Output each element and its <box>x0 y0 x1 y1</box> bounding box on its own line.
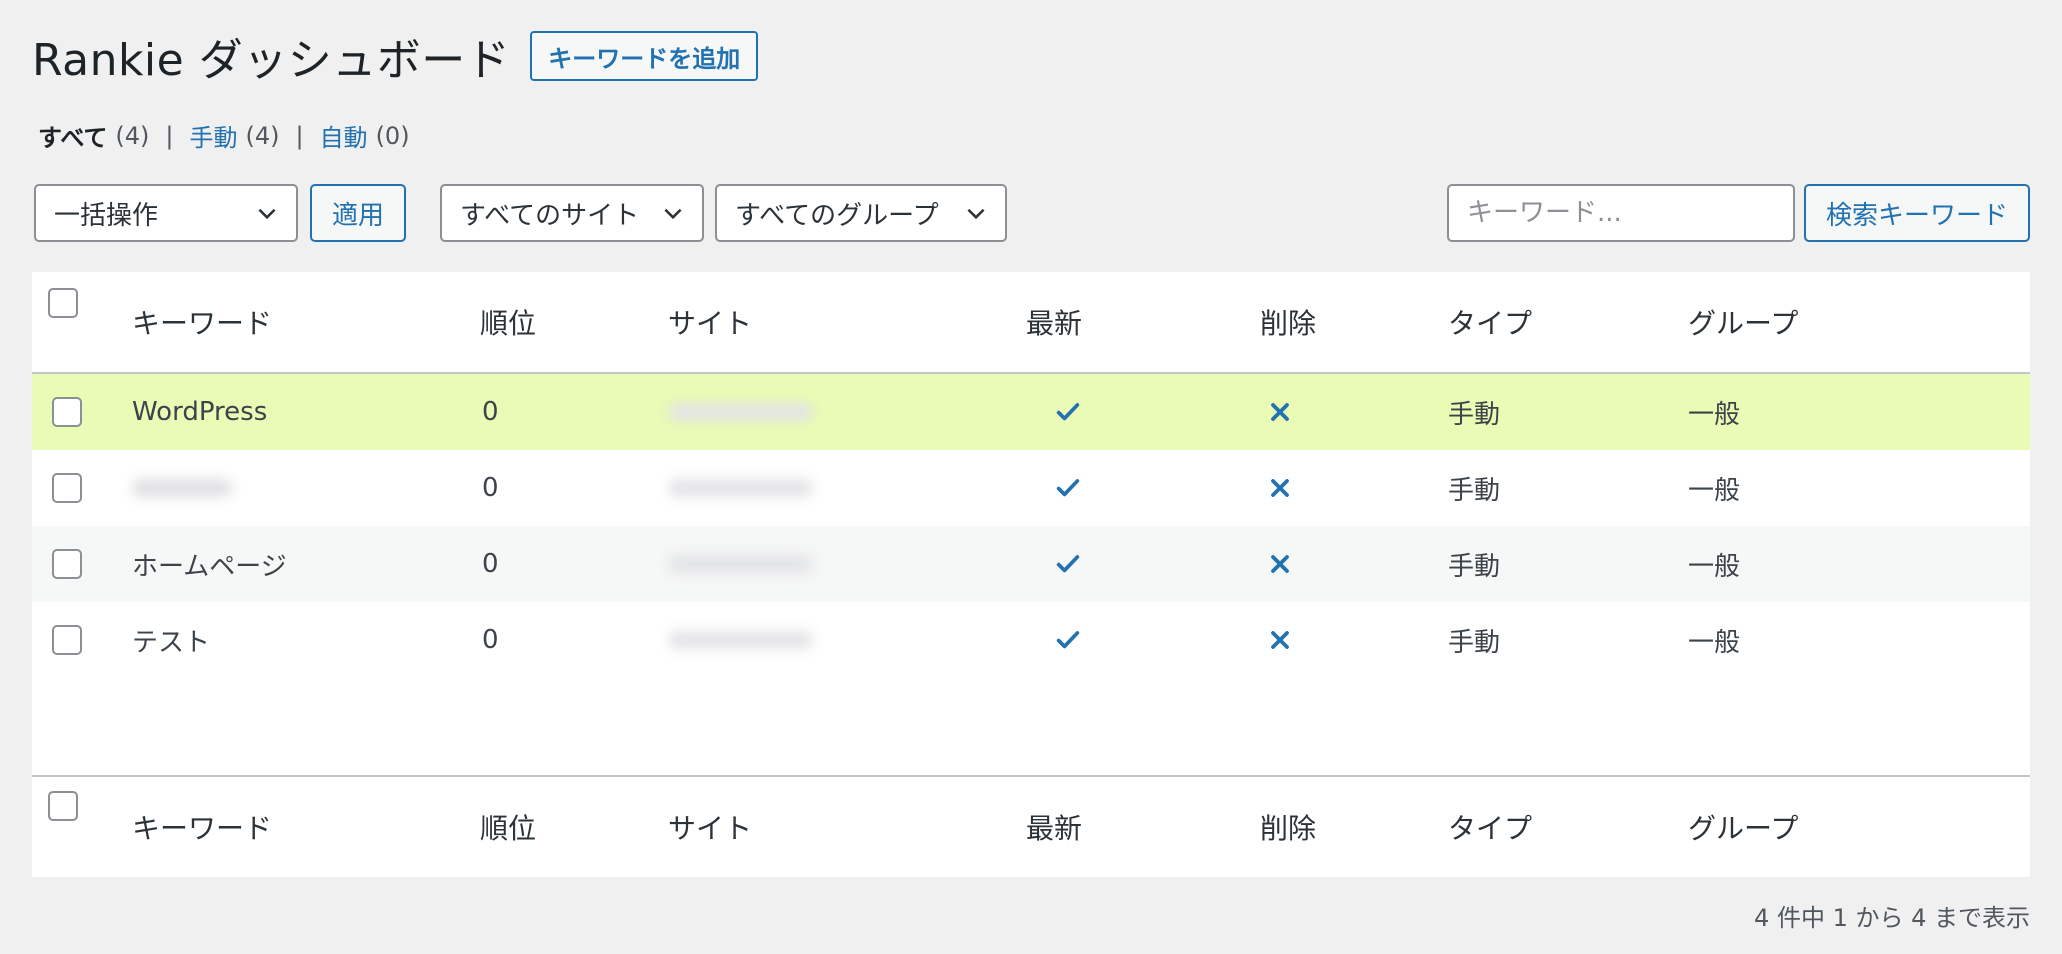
keyword-cell[interactable]: ホームページ <box>132 526 287 602</box>
rank-cell: 0 <box>482 625 499 655</box>
keyword-cell[interactable]: WordPress <box>132 374 267 450</box>
column-type[interactable]: タイプ <box>1448 272 1532 372</box>
column-type[interactable]: タイプ <box>1448 777 1532 877</box>
column-keyword[interactable]: キーワード <box>132 777 272 877</box>
type-cell: 手動 <box>1448 475 1501 506</box>
site-cell <box>668 450 813 526</box>
close-icon[interactable] <box>1266 550 1294 578</box>
group-cell: 一般 <box>1688 551 1741 582</box>
column-latest: 最新 <box>1026 812 1083 845</box>
column-delete: 削除 <box>1260 812 1317 845</box>
type-cell: 手動 <box>1448 399 1501 430</box>
type-cell: 手動 <box>1448 551 1501 582</box>
title-row: Rankie ダッシュボード キーワードを追加 <box>32 26 759 86</box>
view-separator: | <box>295 121 304 150</box>
select-all-checkbox-footer[interactable] <box>48 791 78 821</box>
delete-cell[interactable] <box>1266 526 1294 602</box>
column-keyword[interactable]: キーワード <box>132 272 272 372</box>
rank-cell: 0 <box>482 473 499 503</box>
row-checkbox[interactable] <box>52 625 82 655</box>
apply-button[interactable]: 適用 <box>310 184 406 242</box>
view-all-label[interactable]: すべて <box>38 118 107 153</box>
checkmark-icon[interactable] <box>1054 550 1082 578</box>
keyword-value-redacted <box>132 479 232 497</box>
column-group[interactable]: グループ <box>1688 777 1798 877</box>
view-filter-links: すべて (4) | 手動 (4) | 自動 (0) <box>38 118 410 153</box>
keyword-cell[interactable]: テスト <box>132 602 210 678</box>
group-filter-select[interactable]: すべてのグループ <box>715 184 1007 242</box>
type-cell: 手動 <box>1448 627 1501 658</box>
close-icon[interactable] <box>1266 398 1294 426</box>
table-footer: キーワード 順位 サイト 最新 削除 タイプ グループ <box>32 777 2030 877</box>
search-keyword-button[interactable]: 検索キーワード <box>1804 184 2030 242</box>
view-manual-count: (4) <box>245 121 280 150</box>
column-delete: 削除 <box>1260 307 1317 340</box>
group-cell: 一般 <box>1688 475 1741 506</box>
view-auto-link[interactable]: 自動 <box>320 118 368 153</box>
table-row: WordPress 0 手動 一般 <box>32 374 2030 450</box>
close-icon[interactable] <box>1266 474 1294 502</box>
chevron-down-icon <box>967 208 985 220</box>
group-cell: 一般 <box>1688 399 1741 430</box>
site-value-redacted <box>668 479 813 497</box>
site-cell <box>668 526 813 602</box>
rank-cell: 0 <box>482 549 499 579</box>
column-latest: 最新 <box>1026 307 1083 340</box>
latest-cell[interactable] <box>1054 526 1082 602</box>
site-filter-value: すべてのサイト <box>460 200 640 231</box>
latest-cell[interactable] <box>1054 602 1082 678</box>
site-cell <box>668 602 813 678</box>
site-value-redacted <box>668 403 813 421</box>
latest-cell[interactable] <box>1054 374 1082 450</box>
site-value-redacted <box>668 555 813 573</box>
table-row: テスト 0 手動 一般 <box>32 602 2030 678</box>
row-checkbox[interactable] <box>52 397 82 427</box>
page-title: Rankie ダッシュボード <box>32 35 511 86</box>
keyword-cell[interactable] <box>132 450 232 526</box>
checkmark-icon[interactable] <box>1054 474 1082 502</box>
site-value-redacted <box>668 631 813 649</box>
select-all-checkbox[interactable] <box>48 288 78 318</box>
delete-cell[interactable] <box>1266 602 1294 678</box>
view-all-count: (4) <box>115 121 150 150</box>
add-keyword-button[interactable]: キーワードを追加 <box>530 31 759 81</box>
column-site[interactable]: サイト <box>668 777 752 877</box>
delete-cell[interactable] <box>1266 450 1294 526</box>
pagination-count: 4 件中 1 から 4 まで表示 <box>1754 904 2030 932</box>
view-auto-count: (0) <box>375 121 410 150</box>
column-rank[interactable]: 順位 <box>480 272 536 372</box>
row-checkbox[interactable] <box>52 549 82 579</box>
close-icon[interactable] <box>1266 626 1294 654</box>
keyword-search-input[interactable] <box>1447 184 1795 242</box>
chevron-down-icon <box>664 208 682 220</box>
column-group[interactable]: グループ <box>1688 272 1798 372</box>
rank-cell: 0 <box>482 397 499 427</box>
row-checkbox[interactable] <box>52 473 82 503</box>
view-separator: | <box>165 121 174 150</box>
chevron-down-icon <box>258 208 276 220</box>
keywords-table: キーワード 順位 サイト 最新 削除 タイプ グループ WordPress 0 … <box>32 272 2030 877</box>
latest-cell[interactable] <box>1054 450 1082 526</box>
checkmark-icon[interactable] <box>1054 398 1082 426</box>
site-filter-select[interactable]: すべてのサイト <box>440 184 704 242</box>
column-rank[interactable]: 順位 <box>480 777 536 877</box>
group-cell: 一般 <box>1688 627 1741 658</box>
table-row: 0 手動 一般 <box>32 450 2030 526</box>
delete-cell[interactable] <box>1266 374 1294 450</box>
group-filter-value: すべてのグループ <box>735 200 939 231</box>
bulk-action-select[interactable]: 一括操作 <box>34 184 298 242</box>
table-header: キーワード 順位 サイト 最新 削除 タイプ グループ <box>32 272 2030 372</box>
column-site[interactable]: サイト <box>668 272 752 372</box>
site-cell <box>668 374 813 450</box>
table-row: ホームページ 0 手動 一般 <box>32 526 2030 602</box>
view-manual-link[interactable]: 手動 <box>189 118 237 153</box>
checkmark-icon[interactable] <box>1054 626 1082 654</box>
bulk-action-value: 一括操作 <box>54 200 159 231</box>
